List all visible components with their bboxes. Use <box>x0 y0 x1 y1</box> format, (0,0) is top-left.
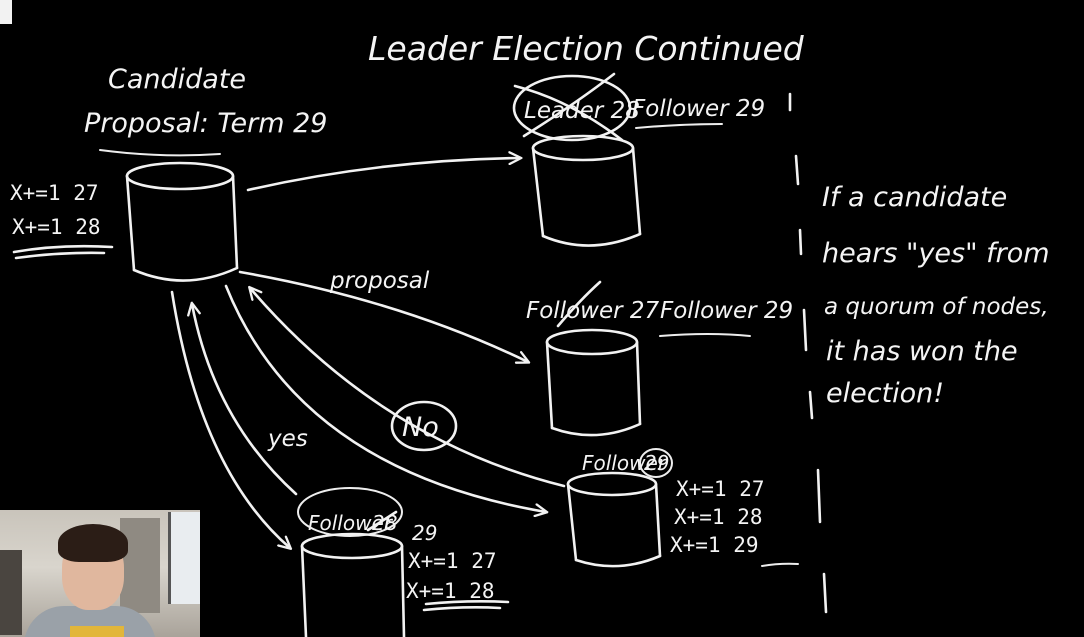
right-node-log-entry-3: X+=1 29 <box>670 533 759 557</box>
edge-label-yes: yes <box>267 426 308 452</box>
edge-label-no-circled: No <box>390 400 458 452</box>
svg-text:29: 29 <box>644 451 669 475</box>
candidate-log-entry-2: X+=1 28 <box>12 215 101 239</box>
note-line-1: If a candidate <box>822 182 1007 213</box>
candidate-label: Candidate <box>108 64 246 95</box>
divider-dashed-line <box>788 92 828 614</box>
middle-node-new-label: Follower 29 <box>660 298 793 324</box>
presenter-shirt-logo <box>70 626 124 637</box>
presenter-hair <box>58 524 128 562</box>
middle-node-new-label-underline <box>659 333 751 337</box>
svg-text:Follower 27: Follower 27 <box>526 298 660 324</box>
webcam-background-wall <box>120 518 160 613</box>
arrow-candidate-to-right <box>224 284 546 512</box>
candidate-log-underline <box>12 244 114 260</box>
bottom-node-log-underline <box>422 600 510 612</box>
middle-node-crossed-label: Follower 27 <box>526 280 660 328</box>
right-node-term-circled: 29 <box>639 448 673 478</box>
bottom-node-cylinder <box>300 532 406 637</box>
note-line-5: election! <box>826 378 944 409</box>
bottom-node-log-entry-1: X+=1 27 <box>408 549 497 573</box>
webcam-background-window <box>168 512 200 604</box>
candidate-node-cylinder <box>125 161 239 282</box>
webcam-background-shelf <box>0 550 22 635</box>
right-node-log-underline <box>761 562 799 567</box>
proposal-underline <box>99 149 221 157</box>
top-node-cylinder <box>531 134 642 247</box>
candidate-proposal: Proposal: Term 29 <box>84 108 327 139</box>
top-node-new-label-underline <box>635 123 723 129</box>
diagram-title: Leader Election Continued <box>368 29 805 68</box>
svg-text:Leader 28: Leader 28 <box>524 98 640 124</box>
right-node-log-entry-2: X+=1 28 <box>674 505 763 529</box>
note-line-3: a quorum of nodes, <box>824 294 1049 320</box>
right-node-log-entry-1: X+=1 27 <box>676 477 765 501</box>
bottom-node-log-entry-2: X+=1 28 <box>406 579 495 603</box>
arrow-bottom-yes-to-candidate <box>192 304 298 496</box>
note-line-2: hears "yes" from <box>822 238 1050 269</box>
right-node-cylinder <box>566 471 662 568</box>
bottom-node-crossed-term: 28 <box>366 510 397 535</box>
edge-label-proposal: proposal <box>329 268 430 294</box>
note-line-4: it has won the <box>826 336 1018 367</box>
arrow-right-no-to-candidate <box>250 288 566 488</box>
top-node-new-label: Follower 29 <box>632 96 765 122</box>
top-node-crossed-label: Leader 28 <box>512 72 640 142</box>
svg-text:No: No <box>402 412 439 443</box>
middle-node-cylinder <box>545 328 642 437</box>
arrow-candidate-to-top <box>246 158 520 192</box>
candidate-log-entry-1: X+=1 27 <box>10 181 99 205</box>
corner-mark <box>0 0 12 24</box>
bottom-node-new-term: 29 <box>412 521 437 545</box>
presenter-webcam-video <box>0 510 200 637</box>
